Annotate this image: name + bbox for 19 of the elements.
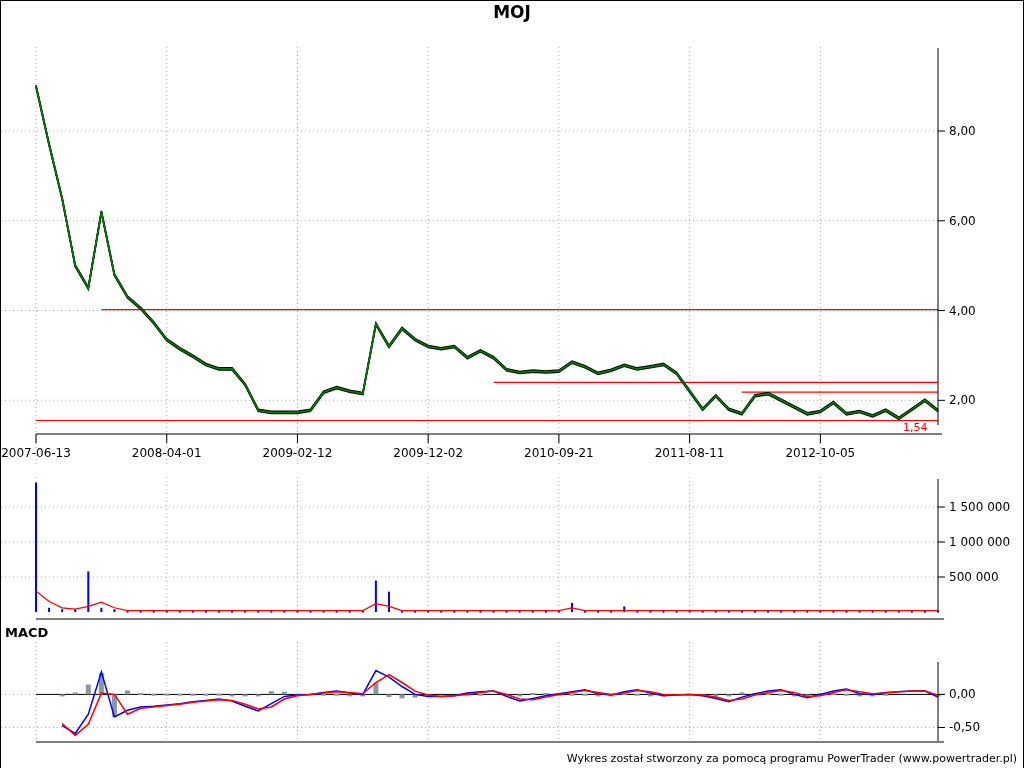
- axis-label: 2009-02-12: [262, 446, 333, 460]
- axis-label: 2007-06-13: [1, 446, 71, 460]
- axis-label: 2010-09-21: [524, 446, 594, 460]
- axis-label: 8,00: [949, 124, 976, 139]
- axis-label: 2011-08-11: [654, 446, 725, 460]
- axis-label: 6,00: [949, 213, 976, 228]
- axis-label: -0,50: [949, 720, 981, 735]
- panel-label: MACD: [5, 624, 49, 640]
- axis-label: 1 000 000: [949, 535, 1011, 549]
- axis-label: 2012-10-05: [785, 446, 856, 460]
- axis-label: 4,00: [949, 303, 976, 318]
- price-label: 1,54: [903, 421, 928, 434]
- axis-label: 1 500 000: [949, 500, 1011, 514]
- axis-label: 2,00: [949, 393, 976, 408]
- axis-label: 2008-04-01: [131, 446, 202, 460]
- footer-text: Wykres został stworzony za pomocą programu PowerTrader (www.powertrader.pl): [566, 751, 1017, 765]
- axis-label: 500 000: [949, 570, 999, 584]
- axis-label: 2009-12-02: [393, 446, 464, 460]
- axis-label: 0,00: [949, 687, 976, 702]
